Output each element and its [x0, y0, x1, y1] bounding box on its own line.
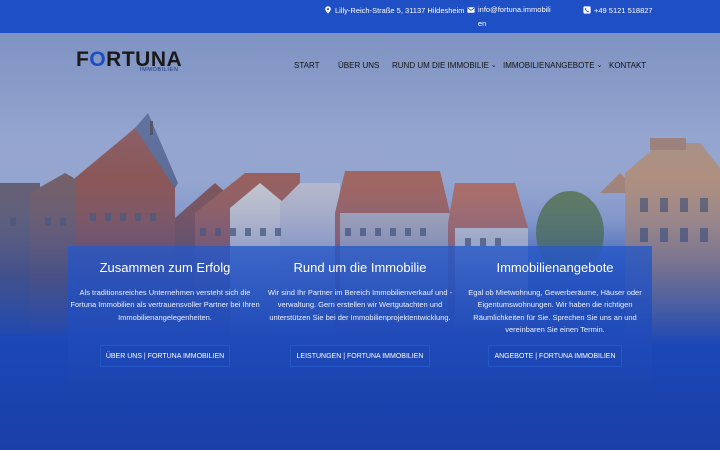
feature-column-angebote: Immobilienangebote Egal ob Mietwohnung, … — [460, 260, 650, 336]
email-item[interactable]: info@fortuna.immobilien — [467, 3, 552, 31]
nav-item-immobilienangebote[interactable]: IMMOBILIENANGEBOTE ⌄ — [503, 61, 602, 70]
phone-item[interactable]: +49 5121 518827 — [583, 6, 653, 15]
column-title: Immobilienangebote — [496, 260, 614, 275]
email-link[interactable]: info@fortuna.immobilien — [478, 3, 552, 31]
column-text: Als traditionsreiches Unternehmen verste… — [70, 288, 260, 322]
logo-subtitle: IMMOBILIEN — [140, 67, 179, 73]
nav-item-ueber-uns[interactable]: ÜBER UNS — [338, 61, 379, 70]
nav-label: START — [294, 61, 320, 70]
phone-icon — [583, 6, 591, 14]
column-title: Rund um die Immobilie — [293, 260, 427, 275]
chevron-down-icon: ⌄ — [490, 62, 497, 69]
nav-label: KONTAKT — [609, 61, 647, 70]
address-text: Lilly-Reich-Straße 5, 31137 Hildesheim — [335, 6, 465, 15]
address-item: Lilly-Reich-Straße 5, 31137 Hildesheim — [324, 6, 465, 15]
nav-label: ÜBER UNS — [338, 61, 380, 70]
envelope-icon — [467, 7, 475, 13]
nav-item-kontakt[interactable]: KONTAKT — [609, 61, 646, 70]
chevron-down-icon: ⌄ — [596, 62, 603, 69]
map-pin-icon — [325, 6, 331, 14]
logo-letter-f: F — [76, 48, 90, 71]
column-text: Egal ob Mietwohnung, Gewerberäume, Häuse… — [468, 288, 642, 334]
nav-item-start[interactable]: START — [294, 61, 319, 70]
fortuna-logo[interactable]: FORTUNA IMMOBILIEN — [76, 48, 182, 79]
angebote-button[interactable]: ANGEBOTE | FORTUNA IMMOBILIEN — [488, 345, 622, 367]
nav-item-rund-um-die-immobilie[interactable]: RUND UM DIE IMMOBILIE ⌄ — [392, 61, 497, 70]
nav-label: RUND UM DIE IMMOBILIE — [392, 61, 489, 70]
nav-label: IMMOBILIENANGEBOTE — [503, 61, 595, 70]
feature-column-immobilie: Rund um die Immobilie Wir sind Ihr Partn… — [265, 260, 455, 324]
column-title: Zusammen zum Erfolg — [99, 260, 231, 275]
phone-text[interactable]: +49 5121 518827 — [594, 6, 653, 15]
logo-letter-o: O — [89, 48, 107, 71]
feature-column-erfolg: Zusammen zum Erfolg Als traditionsreiche… — [70, 260, 260, 324]
column-text: Wir sind Ihr Partner im Bereich Immobili… — [267, 288, 453, 322]
ueber-uns-button[interactable]: ÜBER UNS | FORTUNA IMMOBILIEN — [100, 345, 230, 367]
contact-bar: Lilly-Reich-Straße 5, 31137 Hildesheim i… — [0, 0, 720, 33]
leistungen-button[interactable]: LEISTUNGEN | FORTUNA IMMOBILIEN — [290, 345, 430, 367]
